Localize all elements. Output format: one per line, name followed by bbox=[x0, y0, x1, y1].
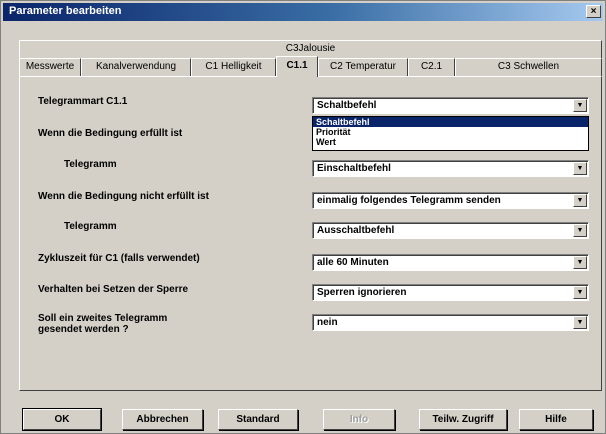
chevron-down-icon[interactable]: ▼ bbox=[573, 99, 587, 112]
chevron-down-icon[interactable]: ▼ bbox=[573, 316, 587, 329]
dropdown-option-wert[interactable]: Wert bbox=[313, 137, 588, 147]
zweites-telegramm-select[interactable]: nein ▼ bbox=[312, 314, 589, 331]
label-bedingung-nicht-erfuellt: Wenn die Bedingung nicht erfüllt ist bbox=[38, 191, 209, 202]
label-telegrammart: Telegrammart C1.1 bbox=[38, 96, 128, 107]
tab-kanalverwendung[interactable]: Kanalverwendung bbox=[81, 58, 191, 76]
telegramm-aus-select[interactable]: Ausschaltbefehl ▼ bbox=[312, 222, 589, 239]
parameter-dialog: Parameter bearbeiten × C3Jalousie Messwe… bbox=[0, 0, 606, 434]
standard-button[interactable]: Standard bbox=[218, 409, 298, 430]
telegrammart-dropdown-list[interactable]: Schaltbefehl Priorität Wert bbox=[312, 116, 589, 151]
partial-access-button[interactable]: Teilw. Zugriff bbox=[419, 409, 507, 430]
label-telegramm-ein: Telegramm bbox=[64, 159, 117, 170]
window-title: Parameter bearbeiten bbox=[9, 5, 122, 17]
help-button[interactable]: Hilfe bbox=[519, 409, 593, 430]
telegramm-ein-select[interactable]: Einschaltbefehl ▼ bbox=[312, 160, 589, 177]
label-bedingung-erfuellt: Wenn die Bedingung erfüllt ist bbox=[38, 128, 183, 139]
tab-c2-temperatur[interactable]: C2 Temperatur bbox=[318, 58, 408, 76]
bedingung-nicht-erfuellt-select[interactable]: einmalig folgendes Telegramm senden ▼ bbox=[312, 192, 589, 209]
telegramm-aus-value: Ausschaltbefehl bbox=[317, 225, 395, 236]
dropdown-option-prioritaet[interactable]: Priorität bbox=[313, 127, 588, 137]
ok-button[interactable]: OK bbox=[22, 408, 102, 431]
sperre-select[interactable]: Sperren ignorieren ▼ bbox=[312, 284, 589, 301]
label-sperre: Verhalten bei Setzen der Sperre bbox=[38, 284, 189, 295]
telegramm-ein-value: Einschaltbefehl bbox=[317, 163, 391, 174]
sperre-value: Sperren ignorieren bbox=[317, 287, 407, 298]
chevron-down-icon[interactable]: ▼ bbox=[573, 194, 587, 207]
dropdown-option-schaltbefehl[interactable]: Schaltbefehl bbox=[313, 117, 588, 127]
title-bar[interactable]: Parameter bearbeiten × bbox=[3, 3, 603, 21]
tab-c1-1[interactable]: C1.1 bbox=[276, 56, 318, 77]
chevron-down-icon[interactable]: ▼ bbox=[573, 256, 587, 269]
zykluszeit-value: alle 60 Minuten bbox=[317, 257, 389, 268]
zykluszeit-select[interactable]: alle 60 Minuten ▼ bbox=[312, 254, 589, 271]
info-button[interactable]: Info bbox=[323, 409, 395, 430]
zweites-telegramm-value: nein bbox=[317, 317, 338, 328]
tab-c3-schwellen[interactable]: C3 Schwellen bbox=[455, 58, 602, 76]
bedingung-nicht-erfuellt-value: einmalig folgendes Telegramm senden bbox=[317, 195, 501, 206]
label-zykluszeit: Zykluszeit für C1 (falls verwendet) bbox=[38, 253, 200, 264]
cancel-button[interactable]: Abbrechen bbox=[122, 409, 203, 430]
chevron-down-icon[interactable]: ▼ bbox=[573, 224, 587, 237]
tab-messwerte[interactable]: Messwerte bbox=[19, 58, 81, 76]
label-zweites-telegramm: Soll ein zweites Telegramm gesendet werd… bbox=[38, 313, 168, 335]
tab-c1-helligkeit[interactable]: C1 Helligkeit bbox=[191, 58, 276, 76]
chevron-down-icon[interactable]: ▼ bbox=[573, 286, 587, 299]
tab-row-front: Messwerte Kanalverwendung C1 Helligkeit … bbox=[19, 56, 602, 77]
telegrammart-select[interactable]: Schaltbefehl ▼ bbox=[312, 97, 589, 114]
close-icon[interactable]: × bbox=[586, 5, 601, 18]
telegrammart-value: Schaltbefehl bbox=[317, 100, 377, 111]
label-telegramm-aus: Telegramm bbox=[64, 221, 117, 232]
tab-c2-1[interactable]: C2.1 bbox=[408, 58, 455, 76]
chevron-down-icon[interactable]: ▼ bbox=[573, 162, 587, 175]
